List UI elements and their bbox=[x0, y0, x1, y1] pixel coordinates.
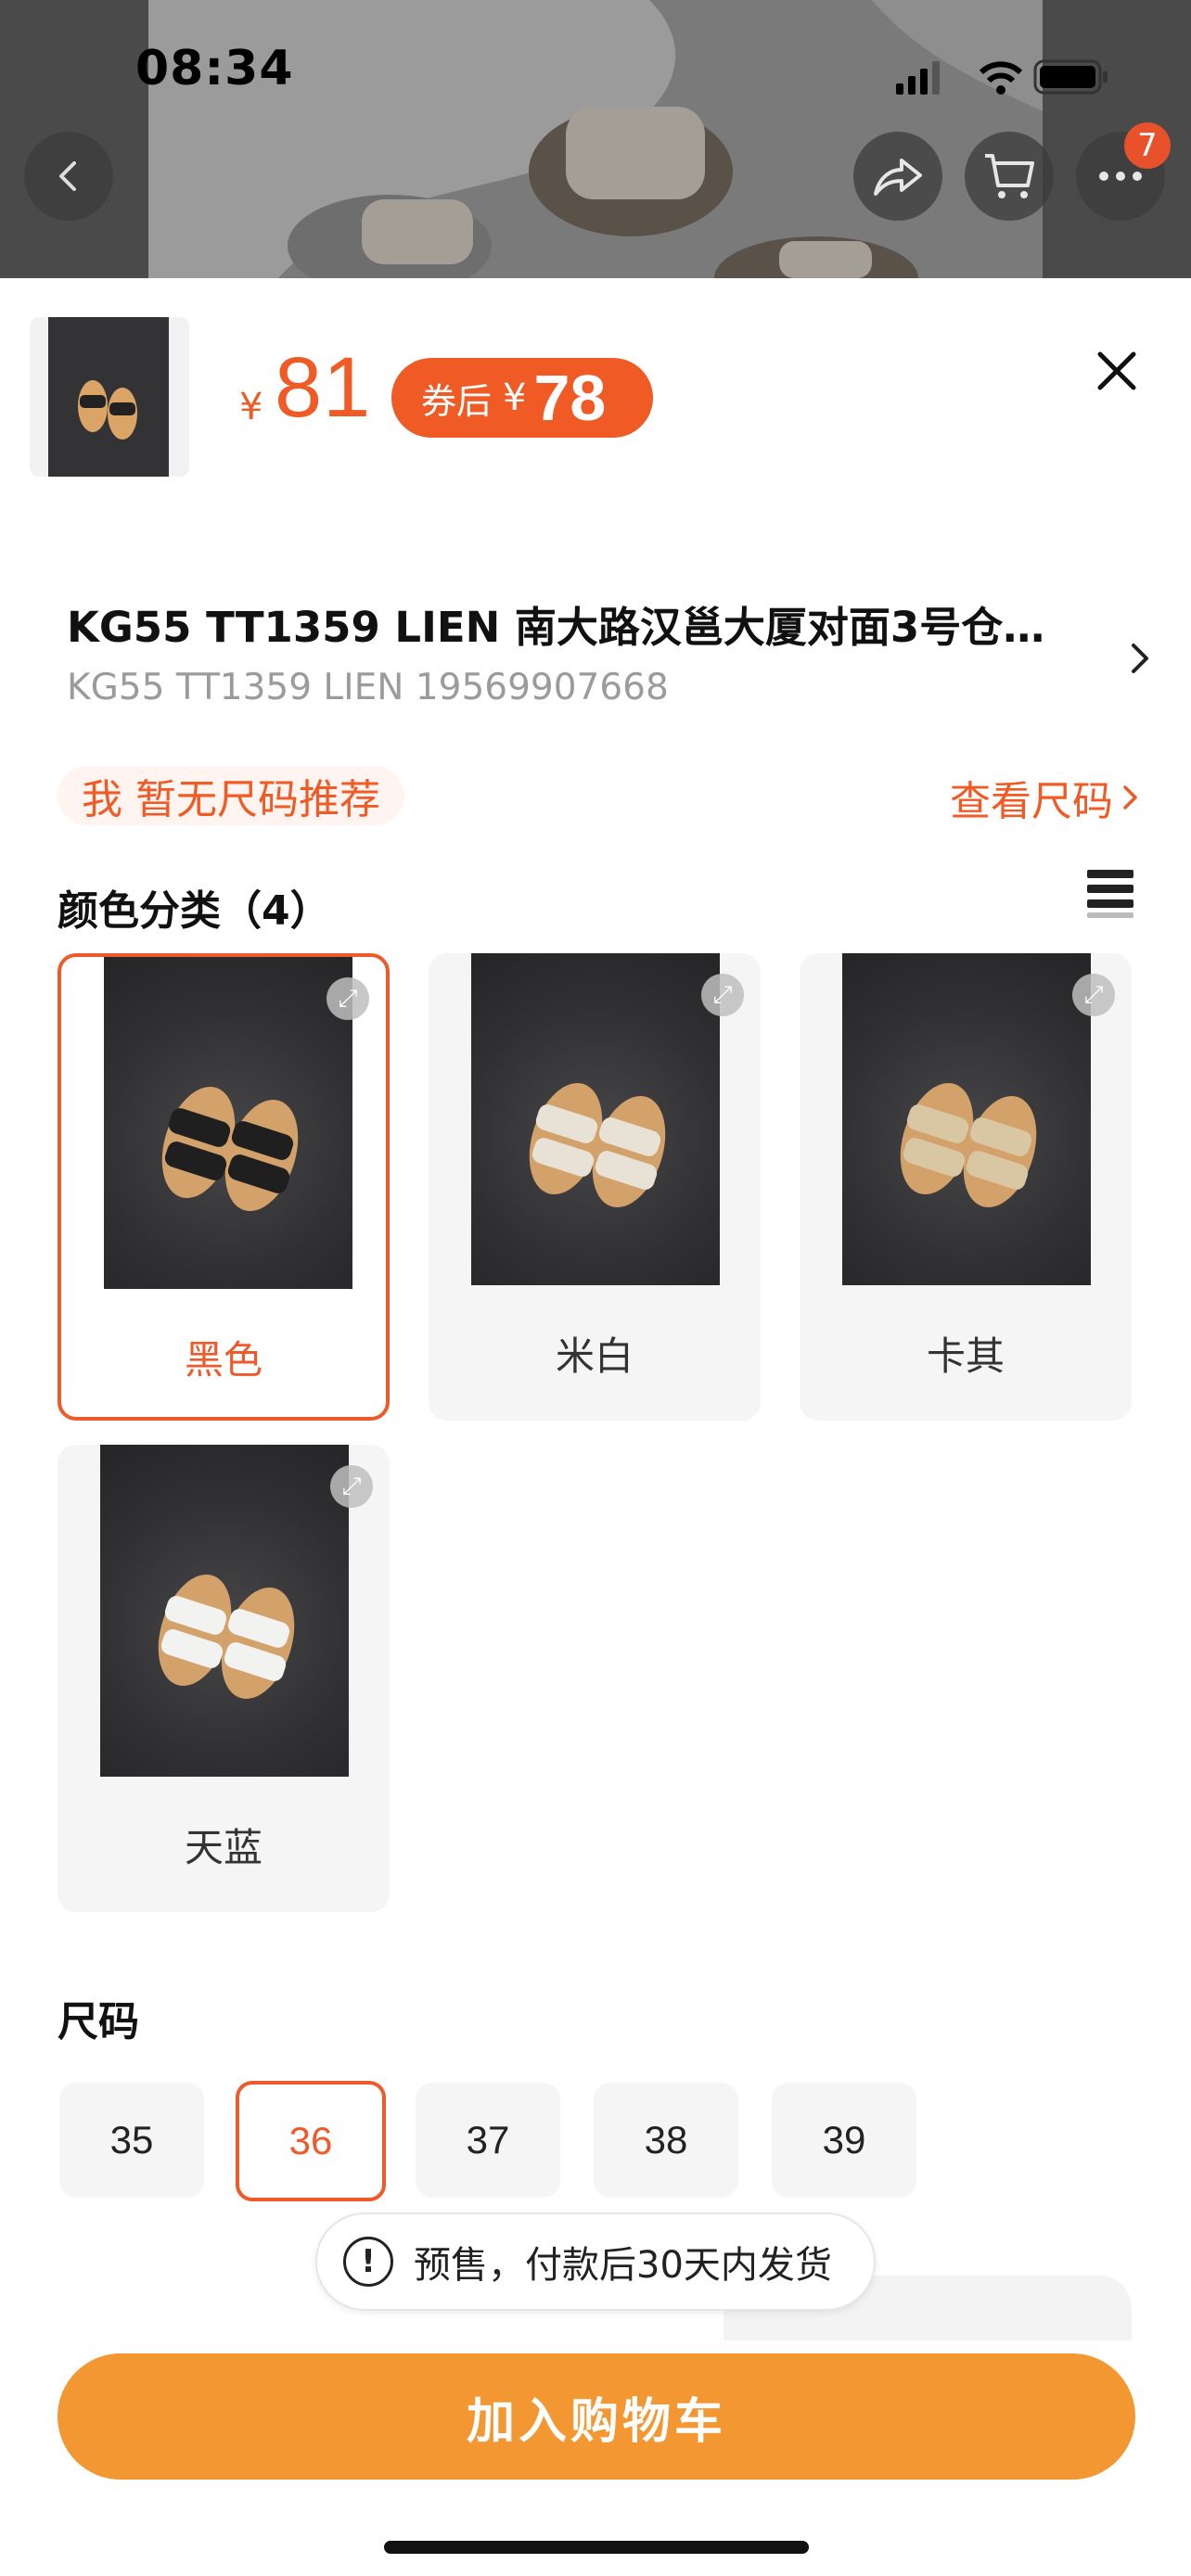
address-line-1: KG55 TT1359 LIEN 南大路汉邕大厦对面3号仓… bbox=[67, 603, 1045, 652]
price-currency: ¥ bbox=[239, 386, 263, 428]
back-button[interactable] bbox=[24, 132, 113, 221]
coupon-price-pill: 券后 ¥ 78 bbox=[391, 358, 653, 438]
color-section-title: 颜色分类（4） bbox=[58, 887, 331, 935]
presale-notice-toast: ! 预售，付款后30天内发货 bbox=[315, 2213, 876, 2311]
cart-button[interactable] bbox=[965, 132, 1054, 221]
exclamation-icon: ! bbox=[343, 2237, 393, 2287]
coupon-price: 78 bbox=[533, 362, 607, 434]
address-line-2: KG55 TT1359 LIEN 19569907668 bbox=[67, 667, 669, 708]
cart-count-badge: 7 bbox=[1124, 122, 1171, 169]
color-option-card[interactable]: ⤢ 米白 bbox=[429, 953, 761, 1421]
color-option-card[interactable]: ⤢ 黑色 bbox=[58, 953, 390, 1421]
home-indicator bbox=[384, 2541, 809, 2554]
color-option-label: 米白 bbox=[555, 1333, 634, 1379]
coupon-label: 券后 bbox=[421, 380, 493, 422]
sandal-image-khaki bbox=[900, 1082, 1037, 1208]
list-view-toggle-icon[interactable] bbox=[1087, 868, 1135, 920]
view-size-chart-link[interactable]: 查看尺码 bbox=[950, 768, 1141, 827]
size-option-39[interactable]: 39 bbox=[772, 2083, 916, 2198]
size-option-37[interactable]: 37 bbox=[416, 2083, 560, 2198]
size-section-title: 尺码 bbox=[58, 1998, 139, 2046]
close-icon[interactable] bbox=[1087, 341, 1146, 401]
more-button[interactable]: 7 bbox=[1076, 122, 1171, 221]
color-option-label: 卡其 bbox=[926, 1333, 1005, 1379]
size-option-38[interactable]: 38 bbox=[594, 2083, 738, 2198]
color-option-label: 黑色 bbox=[184, 1336, 263, 1383]
size-option-36[interactable]: 36 bbox=[236, 2081, 386, 2201]
chevron-right-icon bbox=[1123, 785, 1137, 810]
sku-selector-sheet: ¥ 81 券后 ¥ 78 KG55 TT1359 LIEN 南大路汉邕大厦对面3… bbox=[0, 278, 1191, 2576]
sandal-image-offwhite bbox=[529, 1082, 666, 1208]
status-icons bbox=[896, 59, 1108, 95]
status-bar: 08:34 bbox=[0, 35, 1191, 109]
sandal-image-skyblue bbox=[158, 1574, 295, 1700]
size-option-35[interactable]: 35 bbox=[59, 2083, 204, 2198]
share-icon bbox=[874, 159, 922, 196]
chevron-left-icon bbox=[59, 161, 76, 191]
shipping-address[interactable]: KG55 TT1359 LIEN 南大路汉邕大厦对面3号仓… KG55 TT13… bbox=[67, 593, 1106, 708]
color-option-label: 天蓝 bbox=[184, 1824, 263, 1870]
size-recommendation[interactable]: 我 暂无尺码推荐 bbox=[58, 766, 404, 825]
add-to-cart-button[interactable]: 加入购物车 bbox=[58, 2353, 1135, 2480]
product-thumbnail[interactable] bbox=[30, 317, 189, 477]
price-value: 81 bbox=[275, 340, 372, 435]
color-option-card[interactable]: ⤢ 卡其 bbox=[800, 953, 1132, 1421]
cart-icon bbox=[985, 154, 1034, 198]
share-button[interactable] bbox=[853, 132, 942, 221]
more-dots-icon bbox=[1099, 172, 1142, 181]
status-time: 08:34 bbox=[135, 41, 294, 96]
chevron-right-icon bbox=[1132, 644, 1148, 673]
presale-notice-text: 预售，付款后30天内发货 bbox=[414, 2244, 832, 2287]
view-size-label: 查看尺码 bbox=[950, 778, 1113, 825]
coupon-currency: ¥ bbox=[503, 376, 527, 419]
sandal-image-black bbox=[161, 1086, 299, 1212]
color-option-card[interactable]: ⤢ 天蓝 bbox=[58, 1445, 390, 1912]
